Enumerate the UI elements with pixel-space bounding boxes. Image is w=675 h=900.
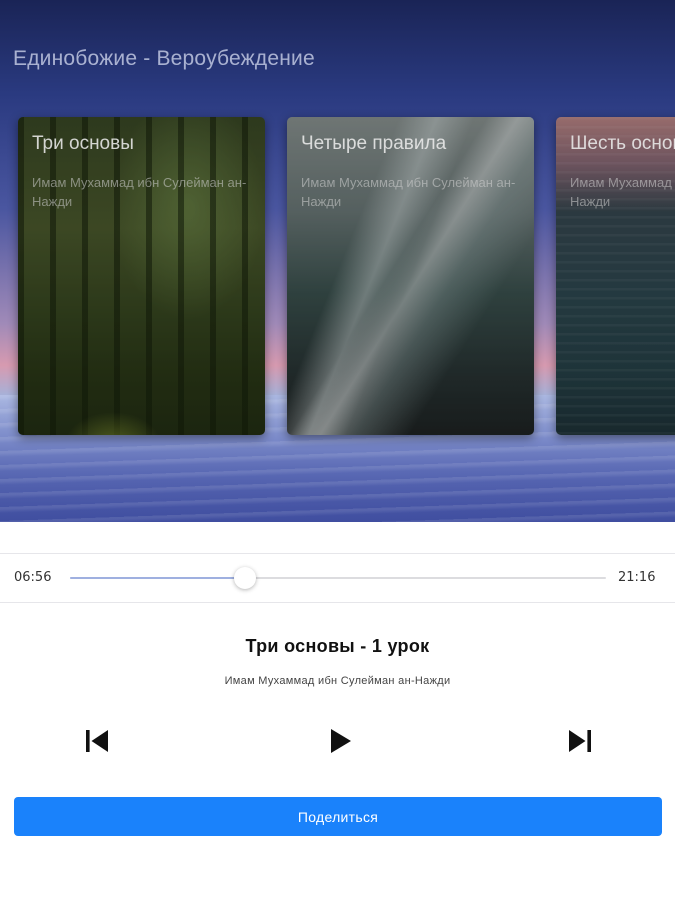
divider bbox=[0, 602, 675, 603]
card-title: Четыре правила bbox=[301, 133, 447, 154]
track-title: Три основы - 1 урок bbox=[245, 636, 430, 656]
track-author: Имам Мухаммад ибн Сулейман ан-Нажди bbox=[224, 675, 451, 687]
skip-previous-button[interactable] bbox=[82, 726, 112, 756]
section-title: Единобожие - Вероубеждение bbox=[13, 47, 315, 70]
album-card-1[interactable]: Три основы Имам Мухаммад ибн Сулейман ан… bbox=[18, 117, 265, 435]
album-hero: Единобожие - Вероубеждение Три основы Им… bbox=[0, 0, 675, 522]
total-duration: 21:16 bbox=[618, 570, 656, 585]
album-card-3[interactable]: Шесть основ Имам Мухаммад ибн Сулейман а… bbox=[556, 117, 675, 435]
share-button[interactable]: Поделиться bbox=[14, 797, 662, 836]
play-button[interactable] bbox=[325, 726, 355, 756]
divider bbox=[0, 553, 675, 554]
progress-thumb[interactable] bbox=[233, 567, 256, 589]
album-card-2[interactable]: Четыре правила Имам Мухаммад ибн Сулейма… bbox=[287, 117, 534, 435]
skip-previous-icon bbox=[86, 730, 108, 752]
skip-next-button[interactable] bbox=[565, 726, 595, 756]
elapsed-time: 06:56 bbox=[14, 570, 52, 585]
card-title: Шесть основ bbox=[570, 133, 675, 154]
skip-next-icon bbox=[569, 730, 591, 752]
progress-slider[interactable] bbox=[70, 567, 606, 589]
card-author: Имам Мухаммад ибн Сулейман ан-Нажди bbox=[570, 175, 675, 209]
card-author: Имам Мухаммад ибн Сулейман ан-Нажди bbox=[301, 175, 516, 209]
card-title: Три основы bbox=[32, 133, 134, 154]
play-icon bbox=[331, 729, 351, 753]
progress-fill bbox=[70, 577, 245, 579]
card-author: Имам Мухаммад ибн Сулейман ан-Нажди bbox=[32, 175, 247, 209]
